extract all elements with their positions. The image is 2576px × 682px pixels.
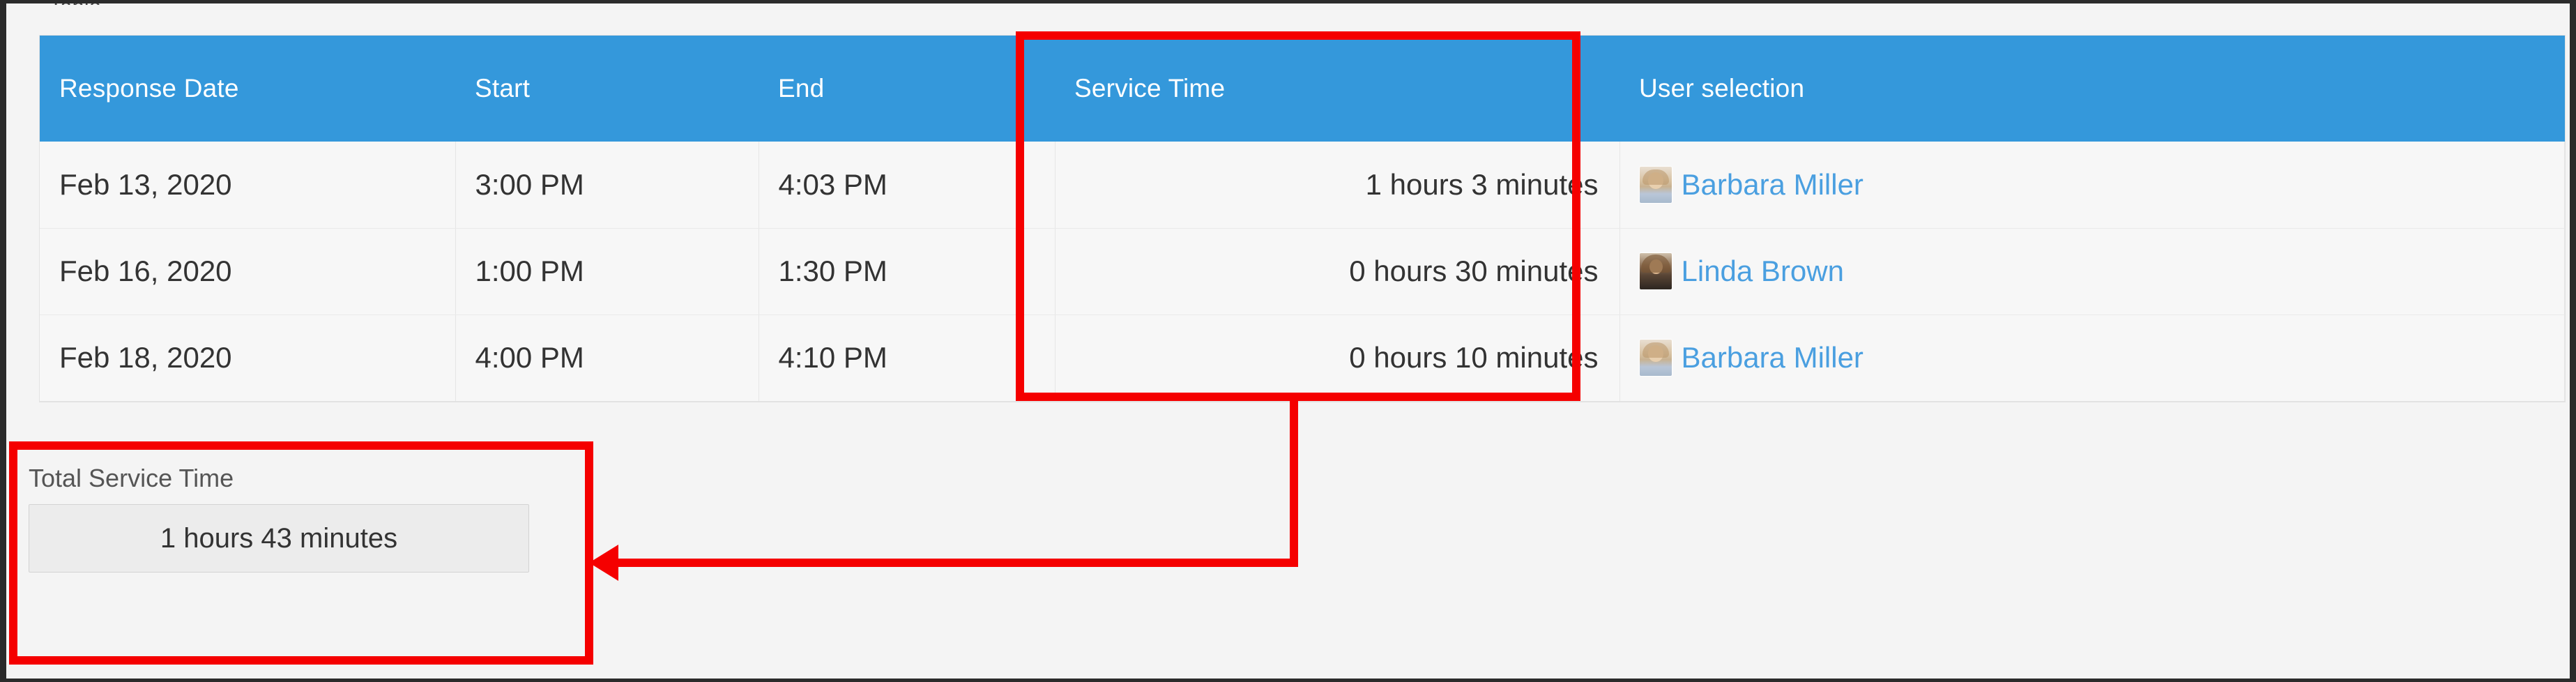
cell-user-selection: Linda Brown xyxy=(1619,228,2565,315)
total-service-time-label: Total Service Time xyxy=(29,464,234,492)
cell-end: 4:03 PM xyxy=(759,142,1055,229)
user-entry: Barbara Miller xyxy=(1639,166,2564,203)
avatar-barbara-miller xyxy=(1639,166,1672,203)
avatar-barbara-miller xyxy=(1639,340,1672,376)
cell-user-selection: Barbara Miller xyxy=(1619,142,2565,229)
annotation-connector-vertical xyxy=(1290,400,1298,567)
column-header-service-time-label: Service Time xyxy=(1074,74,1226,103)
cell-service-time: 0 hours 10 minutes xyxy=(1055,315,1620,402)
cell-service-time: 1 hours 3 minutes xyxy=(1055,142,1620,229)
column-header-end[interactable]: End xyxy=(759,36,1055,142)
cell-end: 4:10 PM xyxy=(759,315,1055,402)
cell-service-time: 0 hours 30 minutes xyxy=(1055,228,1620,315)
user-link[interactable]: Linda Brown xyxy=(1682,255,1844,288)
clipped-section-title: Table xyxy=(49,3,101,5)
service-time-table: Response Date Start End Service Time Use… xyxy=(40,36,2565,402)
service-time-table-container: Response Date Start End Service Time Use… xyxy=(40,36,2565,402)
annotation-arrowhead-icon xyxy=(589,545,618,581)
table-row[interactable]: Feb 13, 2020 3:00 PM 4:03 PM 1 hours 3 m… xyxy=(40,142,2565,229)
screenshot-root: Table Response Date Start End xyxy=(0,0,2576,682)
cell-response-date: Feb 18, 2020 xyxy=(40,315,456,402)
cell-start: 4:00 PM xyxy=(455,315,759,402)
table-head: Response Date Start End Service Time Use… xyxy=(40,36,2565,142)
column-header-response-date[interactable]: Response Date xyxy=(40,36,455,142)
column-header-service-time[interactable]: Service Time xyxy=(1055,36,1619,142)
cell-response-date: Feb 13, 2020 xyxy=(40,142,456,229)
avatar-linda-brown xyxy=(1639,253,1672,289)
page-content: Table Response Date Start End xyxy=(6,3,2570,679)
annotation-connector-horizontal xyxy=(614,559,1298,567)
table-row[interactable]: Feb 18, 2020 4:00 PM 4:10 PM 0 hours 10 … xyxy=(40,315,2565,402)
total-service-time-block: Total Service Time 1 hours 43 minutes xyxy=(19,464,577,573)
cell-start: 1:00 PM xyxy=(455,228,759,315)
table-body: Feb 13, 2020 3:00 PM 4:03 PM 1 hours 3 m… xyxy=(40,142,2565,402)
table-row[interactable]: Feb 16, 2020 1:00 PM 1:30 PM 0 hours 30 … xyxy=(40,228,2565,315)
cell-user-selection: Barbara Miller xyxy=(1619,315,2565,402)
column-header-start[interactable]: Start xyxy=(455,36,759,142)
cell-end: 1:30 PM xyxy=(759,228,1055,315)
user-entry: Linda Brown xyxy=(1639,253,2564,289)
user-link[interactable]: Barbara Miller xyxy=(1682,341,1864,374)
column-header-user-selection[interactable]: User selection xyxy=(1619,36,2565,142)
user-entry: Barbara Miller xyxy=(1639,340,2564,376)
user-link[interactable]: Barbara Miller xyxy=(1682,168,1864,202)
cell-response-date: Feb 16, 2020 xyxy=(40,228,456,315)
table-header-row: Response Date Start End Service Time Use… xyxy=(40,36,2565,142)
cell-start: 3:00 PM xyxy=(455,142,759,229)
total-service-time-value: 1 hours 43 minutes xyxy=(29,504,529,573)
